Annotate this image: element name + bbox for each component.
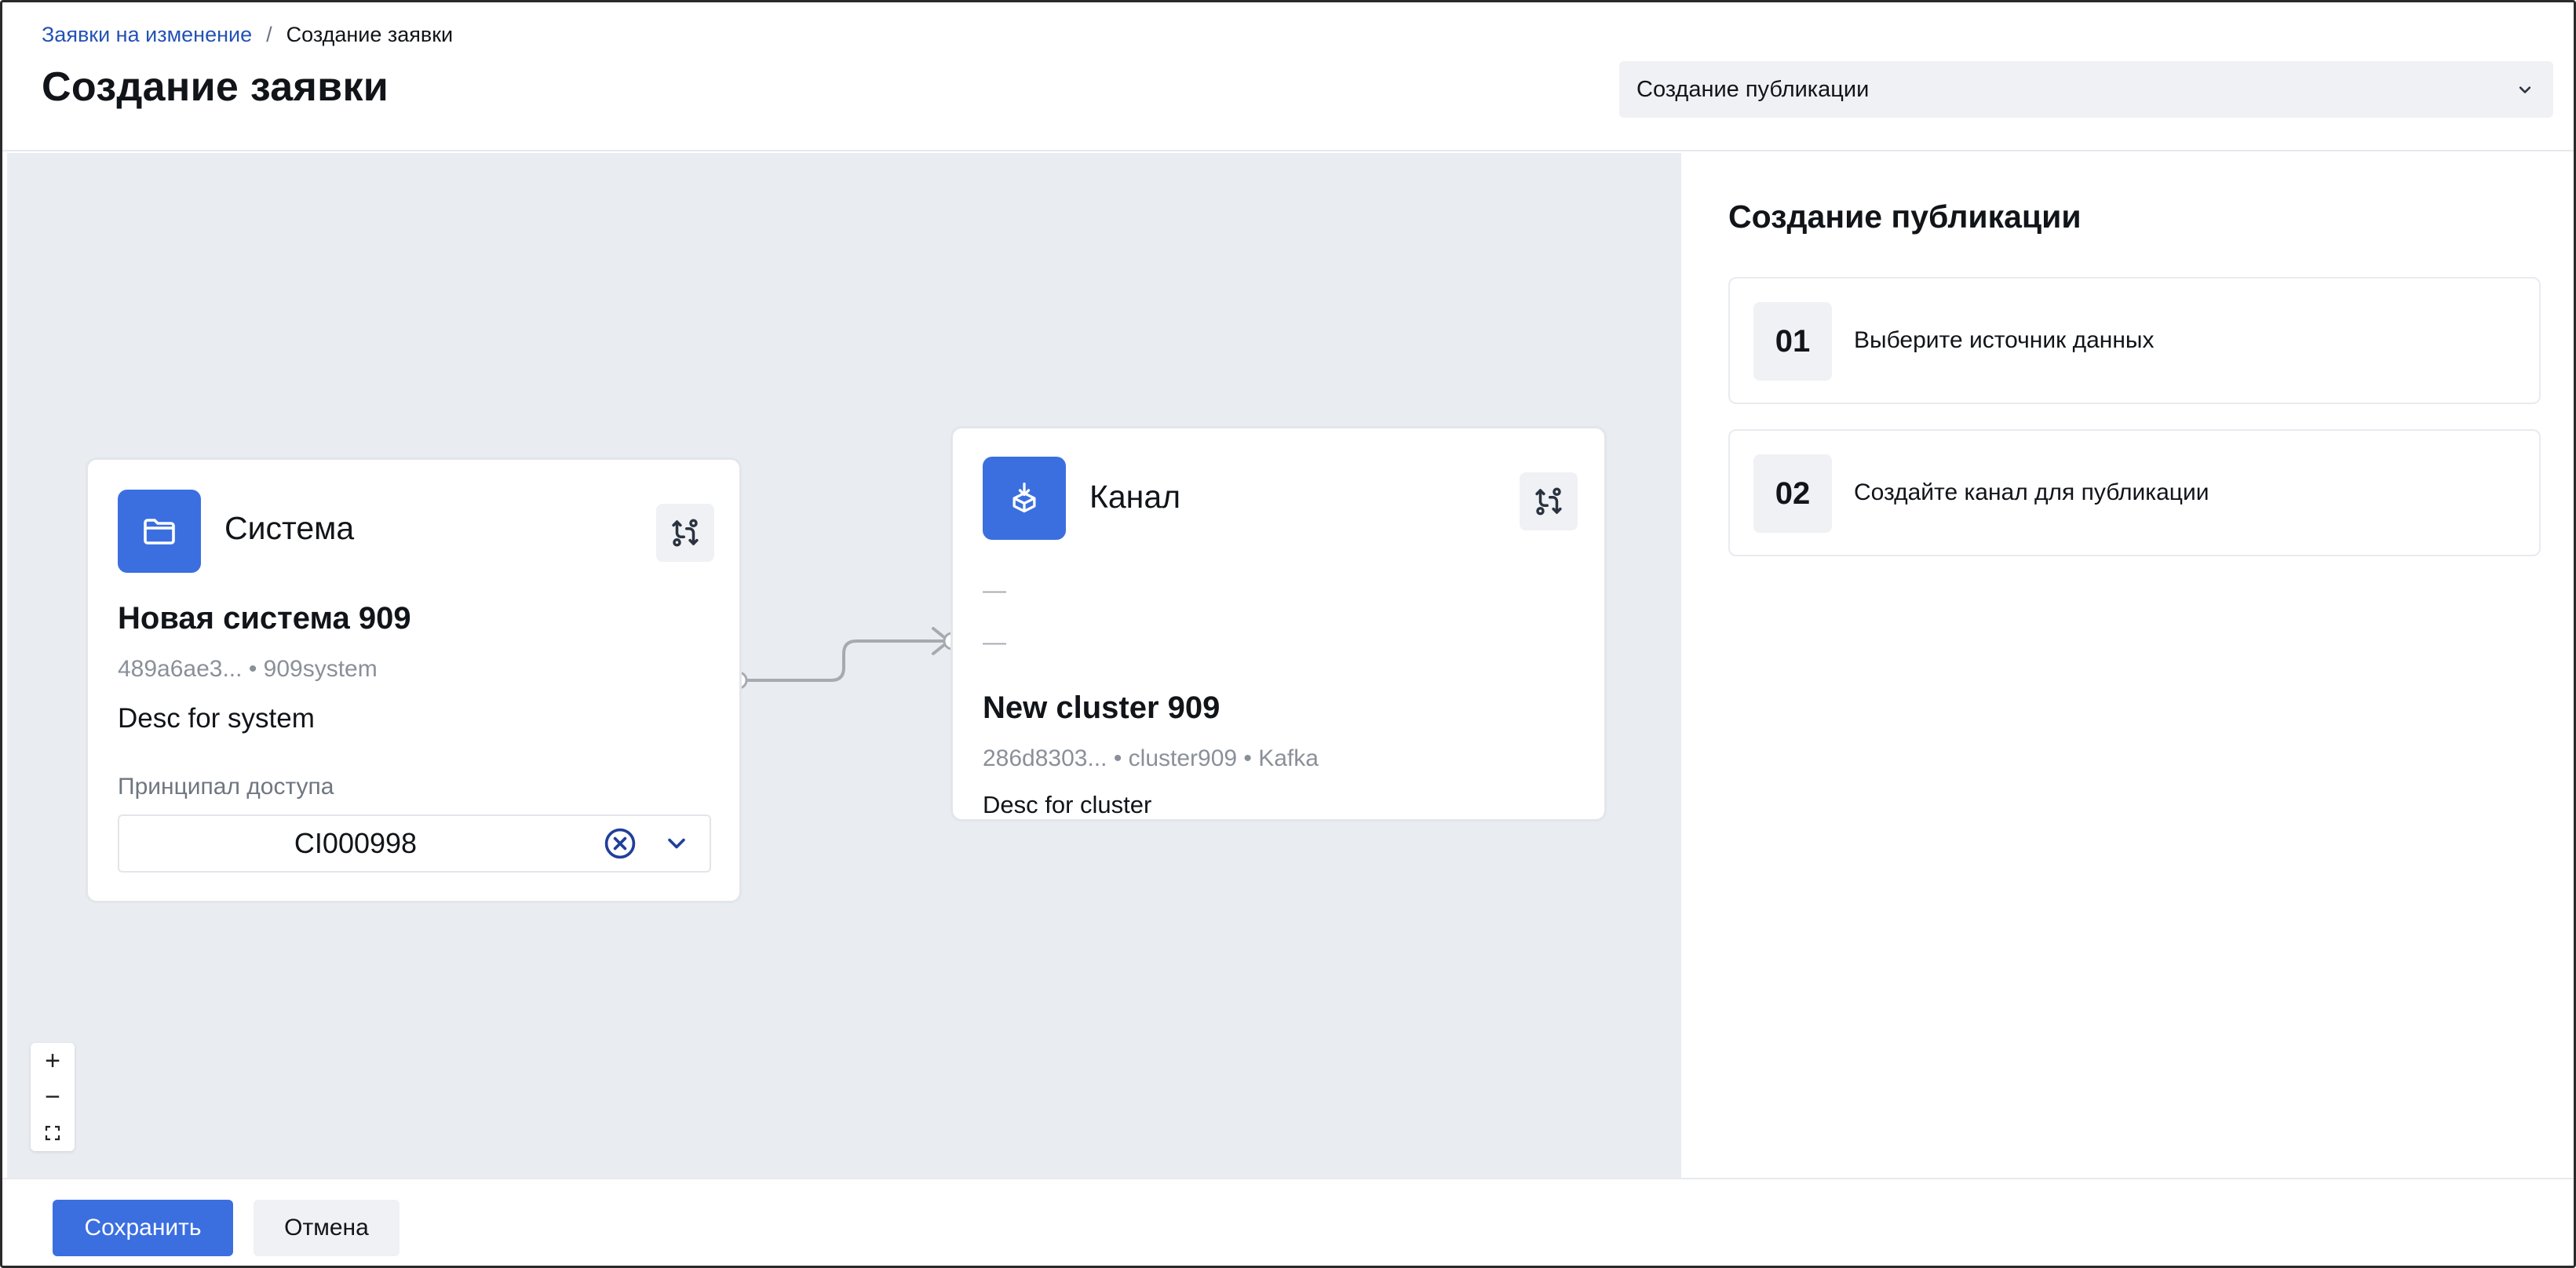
side-panel: Создание публикации 01 Выберите источник… (1681, 153, 2574, 1178)
system-node-description: Desc for system (118, 703, 315, 734)
app-window: Заявки на изменение / Создание заявки Со… (0, 0, 2576, 1268)
cube-download-icon (1013, 483, 1036, 513)
breadcrumb-current: Создание заявки (286, 23, 454, 46)
step-card-2[interactable]: 02 Создайте канал для публикации (1728, 429, 2541, 556)
step-number: 01 (1753, 302, 1832, 381)
fit-view-icon (45, 1125, 60, 1141)
fit-view-button[interactable] (31, 1115, 75, 1151)
principal-value: CI000998 (294, 827, 418, 859)
channel-placeholder-1: — (983, 578, 1006, 603)
zoom-controls: + − (31, 1043, 75, 1151)
channel-node-description: Desc for cluster (983, 791, 1152, 818)
channel-node-type: Канал (1089, 479, 1181, 515)
breadcrumb-link-requests[interactable]: Заявки на изменение (42, 23, 252, 47)
channel-placeholder-2: — (983, 629, 1006, 655)
channel-node-icon-box (983, 457, 1066, 540)
system-node-meta: 489a6ae3... • 909system (118, 656, 378, 682)
step-label: Создайте канал для публикации (1854, 479, 2209, 505)
principal-select[interactable]: CI000998 (118, 814, 711, 873)
step-number: 02 (1753, 454, 1832, 533)
principal-label: Принципал доступа (118, 774, 334, 800)
save-button[interactable]: Сохранить (53, 1200, 233, 1256)
page-footer: Сохранить Отмена (2, 1178, 2574, 1266)
channel-swap-button[interactable] (1520, 472, 1578, 530)
chevron-down-icon[interactable] (662, 829, 691, 858)
panel-title: Создание публикации (1728, 199, 2082, 235)
swap-icon (672, 519, 699, 547)
channel-node[interactable]: Канал — — New cluster 909 286d8303... • … (950, 426, 1607, 822)
folder-icon (144, 519, 175, 545)
page-header: Заявки на изменение / Создание заявки Со… (2, 2, 2574, 151)
channel-node-meta: 286d8303... • cluster909 • Kafka (983, 745, 1319, 771)
breadcrumb: Заявки на изменение / Создание заявки (42, 23, 453, 47)
system-swap-button[interactable] (656, 504, 714, 562)
zoom-in-button[interactable]: + (31, 1043, 75, 1079)
step-label: Выберите источник данных (1854, 327, 2155, 353)
system-node-type: Система (224, 510, 355, 546)
channel-node-name: New cluster 909 (983, 690, 1220, 725)
system-node-name: Новая система 909 (118, 601, 411, 636)
breadcrumb-separator: / (266, 23, 272, 46)
mode-select-value: Создание публикации (1636, 76, 1870, 102)
flow-canvas[interactable]: Система Новая система 909 489a6ae3... • … (7, 153, 1681, 1178)
step-card-1[interactable]: 01 Выберите источник данных (1728, 277, 2541, 404)
swap-icon (1535, 487, 1562, 516)
cancel-button[interactable]: Отмена (254, 1200, 400, 1256)
clear-icon[interactable] (603, 826, 637, 861)
system-node[interactable]: Система Новая система 909 489a6ae3... • … (86, 457, 742, 903)
system-node-icon-box (118, 490, 201, 573)
zoom-out-button[interactable]: − (31, 1079, 75, 1115)
mode-select[interactable]: Создание публикации (1619, 61, 2553, 118)
chevron-down-icon (2519, 86, 2531, 93)
page-title: Создание заявки (42, 64, 389, 110)
